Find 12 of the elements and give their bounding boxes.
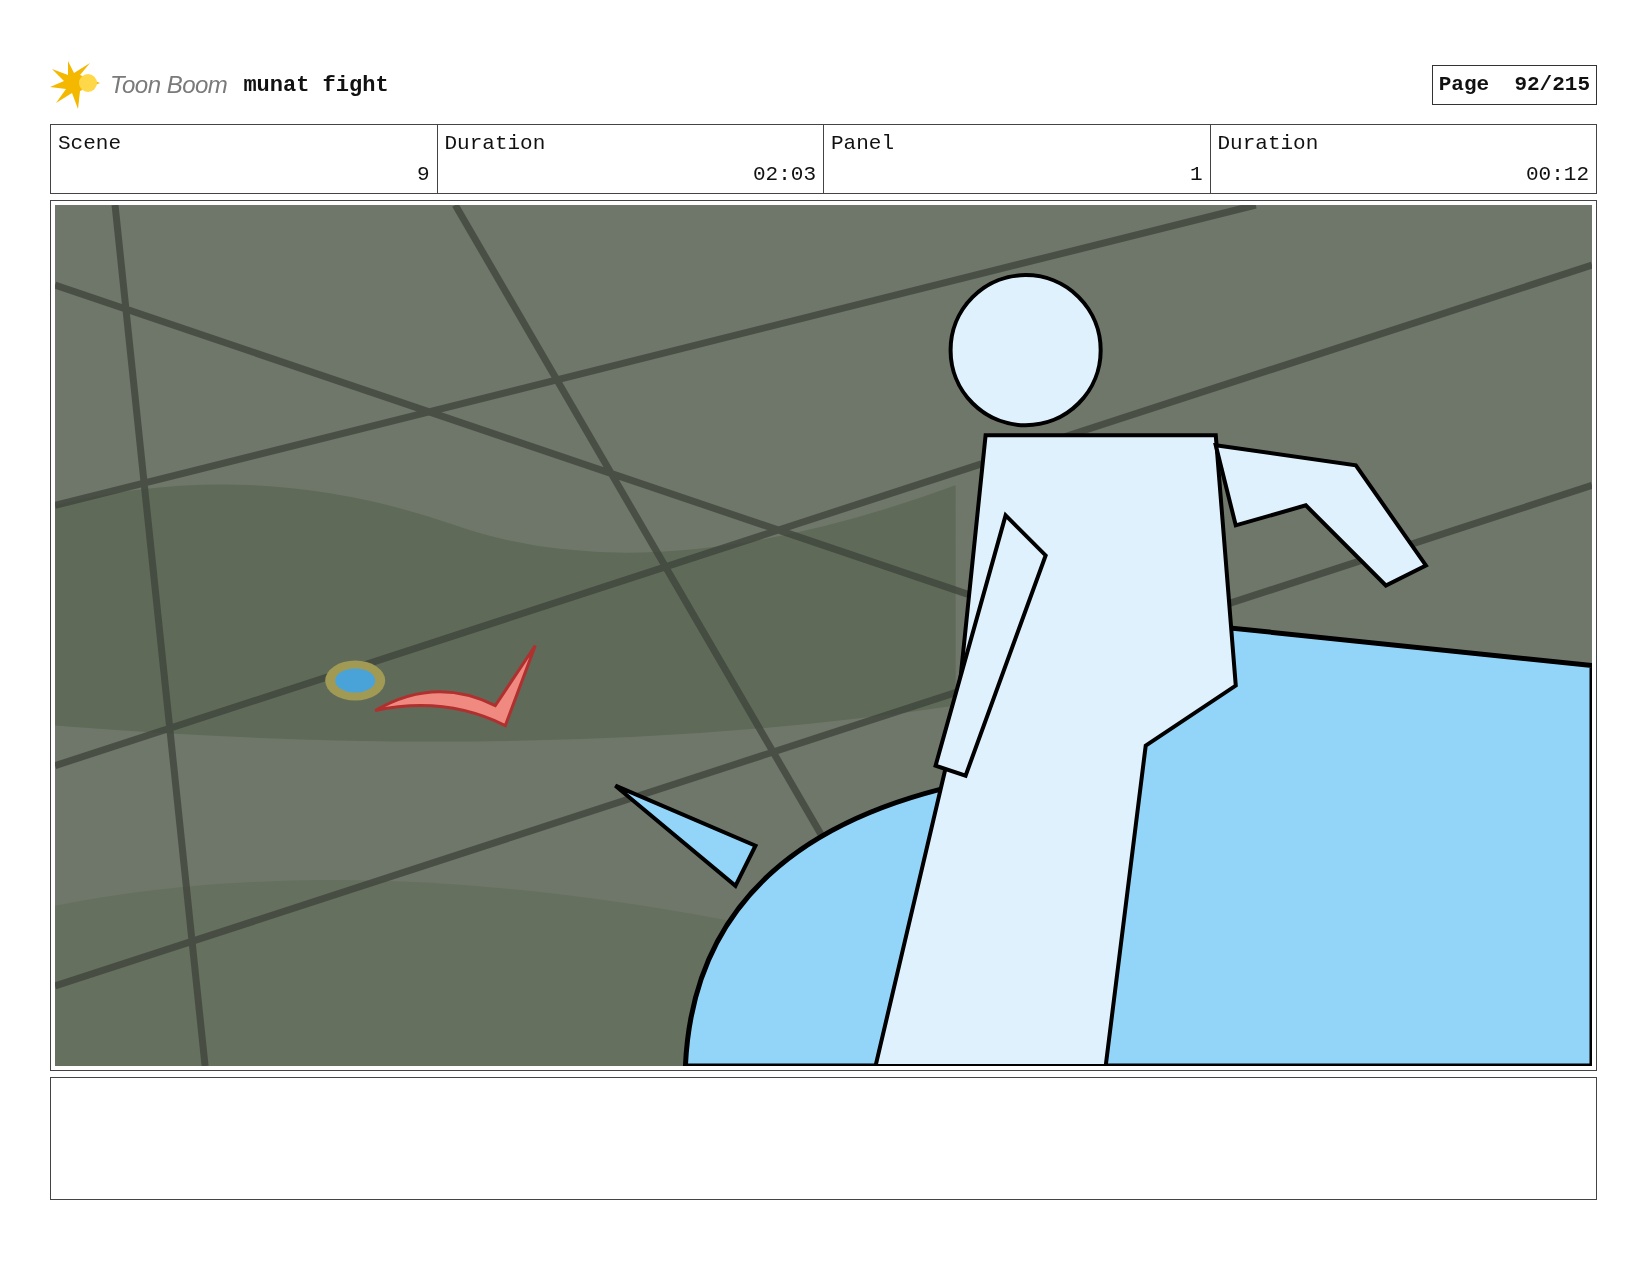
column-header: Duration: [437, 124, 824, 160]
table-cell: 00:12: [1210, 159, 1597, 194]
column-header: Panel: [823, 124, 1210, 160]
document-title: munat fight: [243, 71, 389, 100]
logo-text: Toon Boom: [110, 70, 228, 100]
table-cell: 1: [823, 159, 1210, 194]
column-header: Scene: [50, 124, 437, 160]
table-cell: 02:03: [437, 159, 824, 194]
column-header: Duration: [1210, 124, 1597, 160]
page-number: Page 92/215: [1431, 65, 1597, 105]
starburst-icon: [50, 61, 102, 109]
table-cell: 9: [50, 159, 437, 194]
